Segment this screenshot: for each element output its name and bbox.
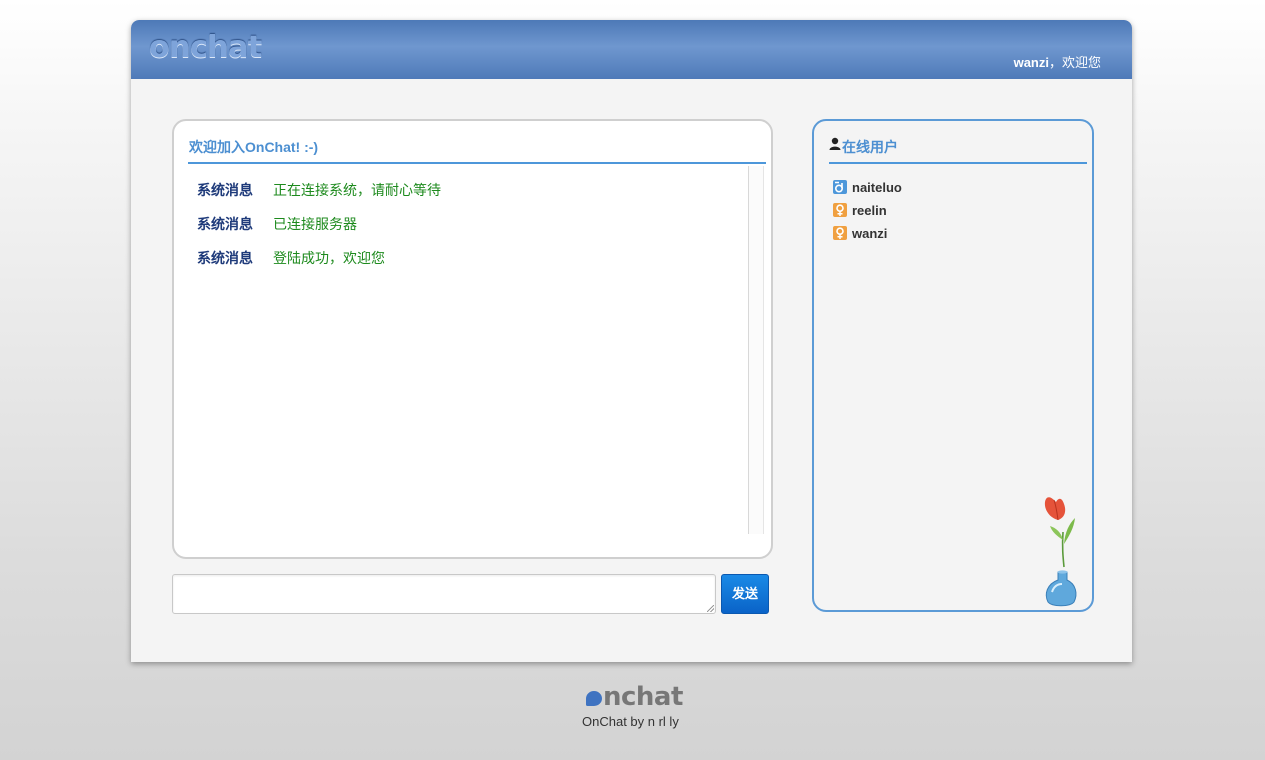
male-icon: [833, 180, 847, 194]
online-users-panel: 在线用户 naiteluo reelin wanzi: [812, 119, 1094, 612]
app-window: onchat wanzi，欢迎您 欢迎加入OnChat! :-) 系统消息 正在连…: [131, 20, 1132, 662]
message-text: 已连接服务器: [273, 216, 357, 232]
user-item[interactable]: naiteluo: [833, 180, 902, 196]
message-text: 登陆成功，欢迎您: [273, 250, 385, 266]
message-input[interactable]: [172, 574, 716, 614]
user-name: reelin: [852, 203, 887, 218]
user-name: naiteluo: [852, 180, 902, 195]
send-button[interactable]: 发送: [721, 574, 769, 614]
flower-vase-decoration: [1044, 497, 1077, 607]
message-item: 系统消息 已连接服务器: [197, 215, 357, 233]
footer-logo-text: nchat: [603, 682, 683, 712]
resize-grip-icon[interactable]: [707, 605, 714, 612]
footer-logo: nchat: [586, 682, 683, 712]
female-icon: [833, 226, 847, 240]
person-icon: [829, 137, 841, 150]
message-scrollbar[interactable]: [749, 166, 764, 534]
user-item[interactable]: reelin: [833, 203, 887, 219]
message-item: 系统消息 登陆成功，欢迎您: [197, 249, 385, 267]
chat-bubble-icon: [586, 691, 602, 706]
female-icon: [833, 203, 847, 217]
user-name: wanzi: [852, 226, 888, 241]
message-sender: 系统消息: [197, 216, 253, 232]
online-users-title: 在线用户: [842, 139, 898, 155]
chat-title: 欢迎加入OnChat! :-): [189, 139, 319, 155]
greeting: wanzi，欢迎您: [1014, 52, 1101, 71]
message-sender: 系统消息: [197, 250, 253, 266]
online-users-divider: [829, 162, 1087, 164]
message-item: 系统消息 正在连接系统，请耐心等待: [197, 181, 441, 199]
user-item[interactable]: wanzi: [833, 226, 887, 242]
greeting-suffix: ，欢迎您: [1048, 55, 1101, 70]
chat-title-divider: [188, 162, 766, 164]
greeting-username: wanzi: [1013, 55, 1049, 70]
app-logo: onchat: [149, 30, 262, 65]
header-bar: onchat wanzi，欢迎您: [131, 20, 1132, 79]
message-sender: 系统消息: [197, 182, 253, 198]
chat-panel: 欢迎加入OnChat! :-) 系统消息 正在连接系统，请耐心等待 系统消息 已连接…: [172, 119, 773, 559]
message-list[interactable]: 系统消息 正在连接系统，请耐心等待 系统消息 已连接服务器 系统消息 登陆成功，欢迎您: [188, 166, 749, 534]
message-text: 正在连接系统，请耐心等待: [273, 182, 441, 198]
footer-credit: OnChat by n rl ly: [582, 714, 679, 729]
